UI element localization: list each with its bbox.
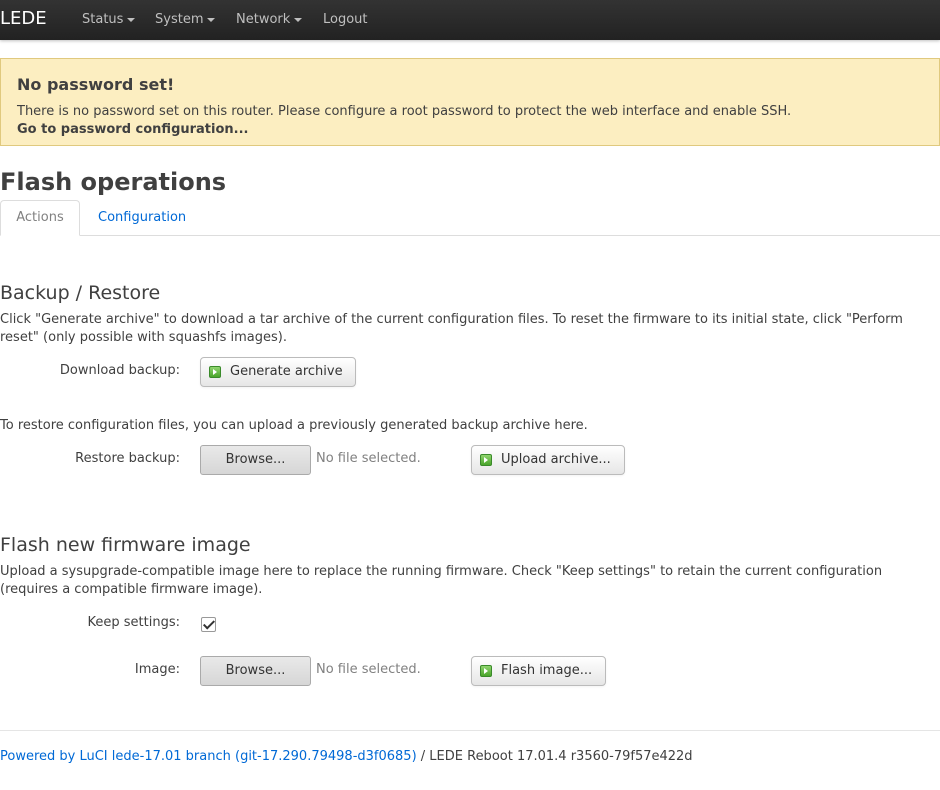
password-config-link[interactable]: Go to password configuration... xyxy=(17,122,248,137)
image-label: Image: xyxy=(134,662,180,677)
action-arrow-icon xyxy=(480,454,492,466)
nav-logout[interactable]: Logout xyxy=(323,12,368,27)
nav-menu-system-label: System xyxy=(155,12,204,27)
nav-menu-status-label: Status xyxy=(82,12,124,27)
restore-description: To restore configuration files, you can … xyxy=(0,418,588,433)
caret-down-icon xyxy=(127,17,136,22)
page-title: Flash operations xyxy=(0,168,227,196)
alert-text: There is no password set on this router.… xyxy=(17,104,792,119)
caret-down-icon xyxy=(207,17,216,22)
keep-settings-checkbox[interactable] xyxy=(201,617,216,632)
restore-browse-button[interactable]: Browse... xyxy=(200,445,311,475)
luci-link[interactable]: Powered by LuCI lede-17.01 branch (git-1… xyxy=(0,749,417,764)
tab-configuration[interactable]: Configuration xyxy=(98,210,186,225)
download-backup-label: Download backup: xyxy=(59,363,180,378)
footer-version: / LEDE Reboot 17.01.4 r3560-79f57e422d xyxy=(416,749,693,764)
action-arrow-icon xyxy=(480,665,492,677)
action-arrow-icon xyxy=(209,366,221,378)
footer-divider xyxy=(0,730,940,731)
generate-archive-label: Generate archive xyxy=(230,364,343,379)
flash-image-button[interactable]: Flash image... xyxy=(471,656,606,686)
upload-archive-label: Upload archive... xyxy=(501,452,611,467)
flash-section-title: Flash new firmware image xyxy=(0,534,251,556)
tabs-divider xyxy=(0,235,940,236)
flash-image-label: Flash image... xyxy=(501,663,593,678)
restore-backup-label: Restore backup: xyxy=(75,451,180,466)
nav-menu-status[interactable]: Status xyxy=(82,12,136,27)
tab-actions[interactable]: Actions xyxy=(0,200,80,236)
footer: Powered by LuCI lede-17.01 branch (git-1… xyxy=(0,749,693,764)
restore-file-status: No file selected. xyxy=(316,451,421,466)
nav-menu-network-label: Network xyxy=(236,12,291,27)
caret-down-icon xyxy=(294,17,303,22)
top-navbar: LEDE Status System Network Logout xyxy=(0,0,940,40)
image-file-status: No file selected. xyxy=(316,662,421,677)
upload-archive-button[interactable]: Upload archive... xyxy=(471,445,625,475)
backup-description: Click "Generate archive" to download a t… xyxy=(0,312,903,345)
brand-logo[interactable]: LEDE xyxy=(0,8,47,29)
alert-title: No password set! xyxy=(17,75,175,94)
flash-description: Upload a sysupgrade-compatible image her… xyxy=(0,564,883,597)
nav-menu-system[interactable]: System xyxy=(155,12,216,27)
nav-menu-network[interactable]: Network xyxy=(236,12,303,27)
image-browse-button[interactable]: Browse... xyxy=(200,656,311,686)
generate-archive-button[interactable]: Generate archive xyxy=(200,357,356,387)
no-password-alert: No password set! There is no password se… xyxy=(0,58,940,146)
backup-section-title: Backup / Restore xyxy=(0,282,161,304)
keep-settings-label: Keep settings: xyxy=(87,615,180,630)
